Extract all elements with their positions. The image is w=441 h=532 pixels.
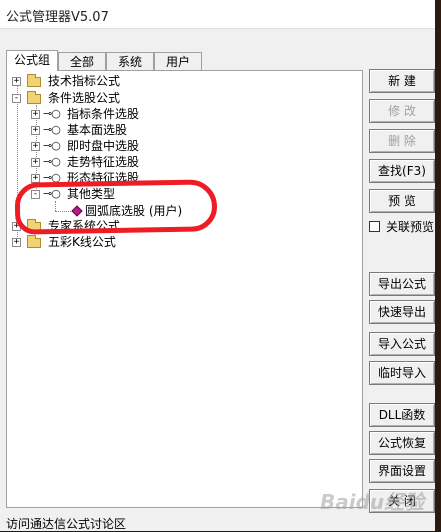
tree-subgroup-other[interactable]: - ⊸○ 其他类型 <box>31 186 201 202</box>
tree-group-stock-selection[interactable]: - 条件选股公式 <box>12 90 172 106</box>
new-button[interactable]: 新 建 <box>369 69 435 93</box>
title-bar[interactable]: 公式管理器V5.07 <box>0 0 435 29</box>
window-title: 公式管理器V5.07 <box>6 10 109 25</box>
formula-tree[interactable]: + 技术指标公式 - 条件选股公式 + ⊸○ 指标条件选股 + ⊸○ 基本面选股… <box>6 70 363 508</box>
formula-key-icon: ⊸○ <box>43 139 61 152</box>
dll-function-button[interactable]: DLL函数 <box>369 403 435 427</box>
formula-icon <box>71 205 83 217</box>
tab-formula-groups[interactable]: 公式组 <box>6 50 58 71</box>
delete-button[interactable]: 删 除 <box>369 129 435 153</box>
modify-button[interactable]: 修 改 <box>369 99 435 123</box>
tree-subgroup-trend[interactable]: + ⊸○ 走势特征选股 <box>31 154 201 170</box>
find-button[interactable]: 查找(F3) <box>369 159 435 183</box>
tree-subgroup-fundamental[interactable]: + ⊸○ 基本面选股 <box>31 122 201 138</box>
linked-preview-checkbox[interactable] <box>369 221 380 232</box>
tab-all[interactable]: 全部 <box>58 52 106 70</box>
tab-user[interactable]: 用户 <box>154 52 202 70</box>
formula-item-arc-bottom[interactable]: 圆弧底选股 (用户) <box>71 203 213 219</box>
tab-system[interactable]: 系统 <box>106 52 154 70</box>
tree-subgroup-pattern[interactable]: + ⊸○ 形态特征选股 <box>31 170 201 186</box>
ui-settings-button[interactable]: 界面设置 <box>369 459 435 483</box>
formula-restore-button[interactable]: 公式恢复 <box>369 431 435 455</box>
export-formula-button[interactable]: 导出公式 <box>369 272 435 296</box>
formula-key-icon: ⊸○ <box>43 171 61 184</box>
tree-subgroup-label: 形态特征选股 <box>67 171 140 185</box>
formula-key-icon: ⊸○ <box>43 187 61 200</box>
preview-button[interactable]: 预 览 <box>369 189 435 213</box>
tree-subgroup-label: 走势特征选股 <box>67 155 140 169</box>
expand-icon[interactable]: + <box>31 110 40 119</box>
formula-key-icon: ⊸○ <box>43 107 61 120</box>
expand-icon[interactable]: + <box>31 142 40 151</box>
tree-group-technical[interactable]: + 技术指标公式 <box>12 73 172 89</box>
formula-key-icon: ⊸○ <box>43 155 61 168</box>
expand-icon[interactable]: + <box>12 238 21 247</box>
folder-icon <box>27 91 41 104</box>
tree-group-label: 技术指标公式 <box>48 74 121 88</box>
tree-group-label: 五彩K线公式 <box>48 235 116 249</box>
expand-icon[interactable]: + <box>12 77 21 86</box>
formula-key-icon: ⊸○ <box>43 123 61 136</box>
tree-subgroup-label: 指标条件选股 <box>67 107 140 121</box>
tree-group-kline[interactable]: + 五彩K线公式 <box>12 234 172 250</box>
folder-icon <box>27 219 41 232</box>
tree-connector <box>55 211 73 212</box>
formula-manager-window: 公式管理器V5.07 公式组 全部 系统 用户 + 技术指标公式 - 条件选股公… <box>0 0 441 531</box>
linked-preview-label: 关联预览 <box>386 220 435 234</box>
formula-label: 圆弧底选股 (用户) <box>85 204 183 218</box>
import-formula-button[interactable]: 导入公式 <box>369 332 435 356</box>
tree-subgroup-indicator[interactable]: + ⊸○ 指标条件选股 <box>31 106 201 122</box>
expand-icon[interactable]: + <box>31 126 40 135</box>
expand-icon[interactable]: + <box>12 222 21 231</box>
quick-export-button[interactable]: 快速导出 <box>369 300 435 324</box>
folder-icon <box>27 74 41 87</box>
background-strip <box>435 0 441 531</box>
discussion-forum-link[interactable]: 访问通达信公式讨论区 <box>6 515 126 532</box>
expand-icon[interactable]: + <box>31 158 40 167</box>
tree-group-label: 专家系统公式 <box>48 219 121 233</box>
tree-group-label: 条件选股公式 <box>48 91 121 105</box>
tree-subgroup-label: 基本面选股 <box>67 123 128 137</box>
folder-icon <box>27 235 41 248</box>
tree-subgroup-intraday[interactable]: + ⊸○ 即时盘中选股 <box>31 138 201 154</box>
expand-icon[interactable]: + <box>31 174 40 183</box>
tree-connector <box>55 201 56 211</box>
collapse-icon[interactable]: - <box>31 190 40 199</box>
temp-import-button[interactable]: 临时导入 <box>369 361 435 385</box>
tree-group-expert[interactable]: + 专家系统公式 <box>12 218 172 234</box>
collapse-icon[interactable]: - <box>12 94 21 103</box>
tree-subgroup-label: 即时盘中选股 <box>67 139 140 153</box>
tree-subgroup-label: 其他类型 <box>67 187 116 201</box>
baidu-watermark: Baidu经验 <box>320 490 425 514</box>
